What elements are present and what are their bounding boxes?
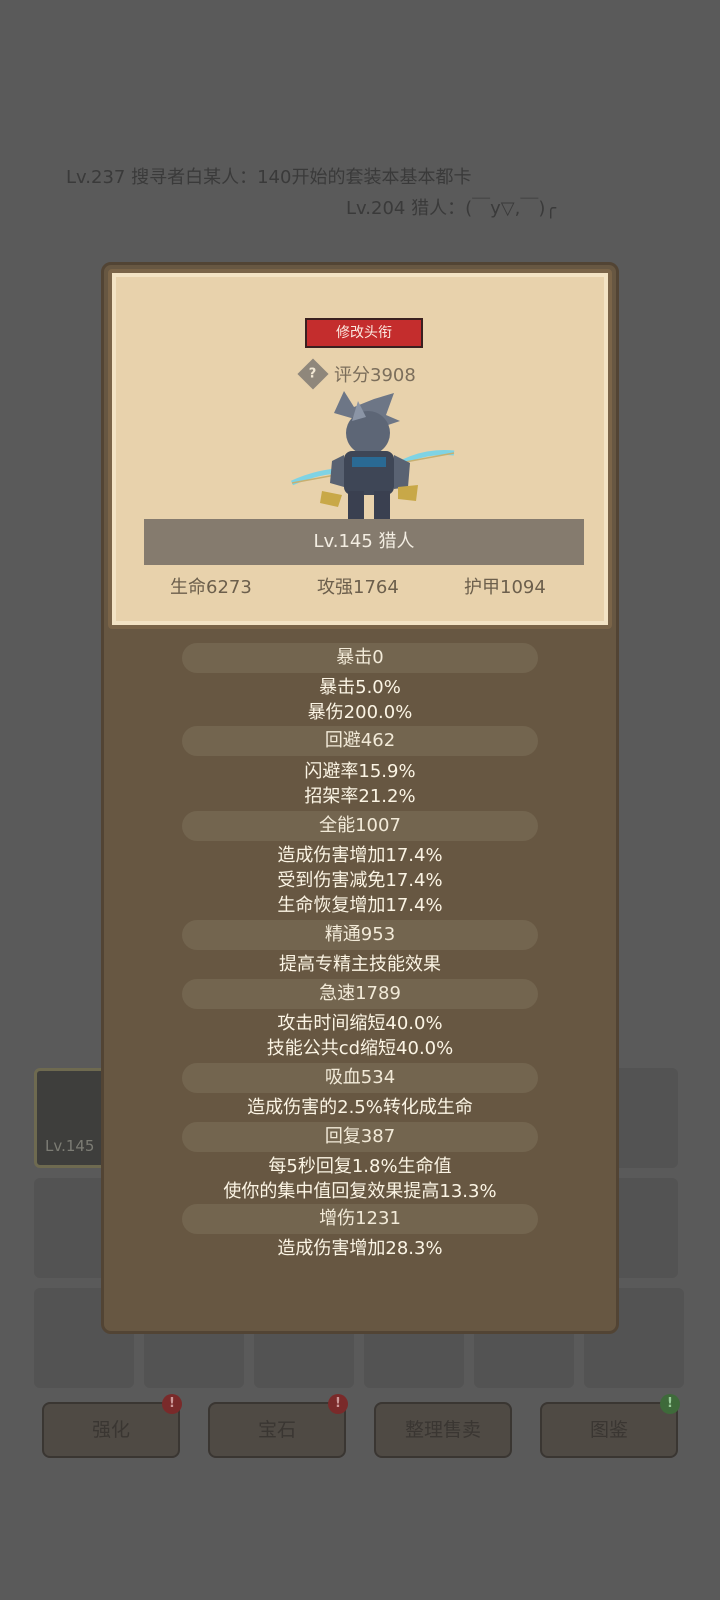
enhance-button[interactable]: 强化 !: [42, 1394, 182, 1458]
enhance-button-label: 强化: [91, 1419, 130, 1441]
stat-detail: 使你的集中值回复效果提高13.3%: [223, 1181, 497, 1202]
codex-button-label: 图鉴: [589, 1419, 628, 1441]
alert-badge-icon: !: [162, 1394, 182, 1414]
sort-sell-button[interactable]: 整理售卖: [374, 1402, 512, 1458]
alert-badge-icon: !: [660, 1394, 680, 1414]
gem-button[interactable]: 宝石 !: [208, 1394, 348, 1458]
stat-section-header: 暴击0: [182, 643, 538, 673]
stat-detail: 闪避率15.9%: [304, 761, 416, 782]
stat-detail: 造成伤害的2.5%转化成生命: [247, 1097, 473, 1118]
stat-section-header: 吸血534: [182, 1063, 538, 1093]
edit-title-button[interactable]: 修改头衔: [305, 318, 423, 348]
stat-section-header: 回避462: [182, 726, 538, 756]
stat-detail: 提高专精主技能效果: [279, 954, 441, 975]
stat-detail: 造成伤害增加17.4%: [277, 845, 443, 866]
character-card: 修改头衔 ? 评分3908 Lv.145 猎人 生命6273 攻强1764 护甲…: [108, 269, 612, 629]
stat-detail: 招架率21.2%: [304, 786, 416, 807]
chat-message: Lv.204 猎人：(￣y▽,￣)╭: [346, 198, 557, 219]
character-stats-panel: 修改头衔 ? 评分3908 Lv.145 猎人 生命6273 攻强1764 护甲…: [101, 262, 619, 1334]
stat-detail: 暴伤200.0%: [307, 702, 413, 723]
stat-section-header: 增伤1231: [182, 1204, 538, 1234]
stat-detail: 每5秒回复1.8%生命值: [268, 1156, 452, 1177]
sort-sell-button-label: 整理售卖: [404, 1419, 481, 1441]
stat-detail: 受到伤害减免17.4%: [277, 870, 443, 891]
hunter-avatar: [290, 391, 455, 519]
stat-detail: 暴击5.0%: [319, 677, 401, 698]
alert-badge-icon: !: [328, 1394, 348, 1414]
stat-armor: 护甲1094: [464, 577, 546, 598]
slot-level-label: Lv.145: [45, 1137, 95, 1155]
stat-section-header: 急速1789: [182, 979, 538, 1009]
score-label: 评分3908: [334, 365, 416, 386]
stat-section-header: 全能1007: [182, 811, 538, 841]
score-row: ? 评分3908: [297, 358, 416, 390]
stat-detail: 造成伤害增加28.3%: [277, 1238, 443, 1259]
stat-attack: 攻强1764: [317, 577, 399, 598]
chat-message: Lv.237 搜寻者白某人：140开始的套装本基本都卡: [66, 167, 472, 188]
codex-button[interactable]: 图鉴 !: [540, 1394, 680, 1458]
character-name-bar: Lv.145 猎人: [144, 519, 584, 565]
gem-button-label: 宝石: [257, 1419, 296, 1441]
stat-section-header: 回复387: [182, 1122, 538, 1152]
stat-detail: 技能公共cd缩短40.0%: [266, 1038, 454, 1059]
help-icon[interactable]: ?: [297, 358, 329, 390]
stat-hp: 生命6273: [170, 577, 252, 598]
stat-section-header: 精通953: [182, 920, 538, 950]
stat-detail: 生命恢复增加17.4%: [277, 895, 443, 916]
stat-detail: 攻击时间缩短40.0%: [277, 1013, 443, 1034]
